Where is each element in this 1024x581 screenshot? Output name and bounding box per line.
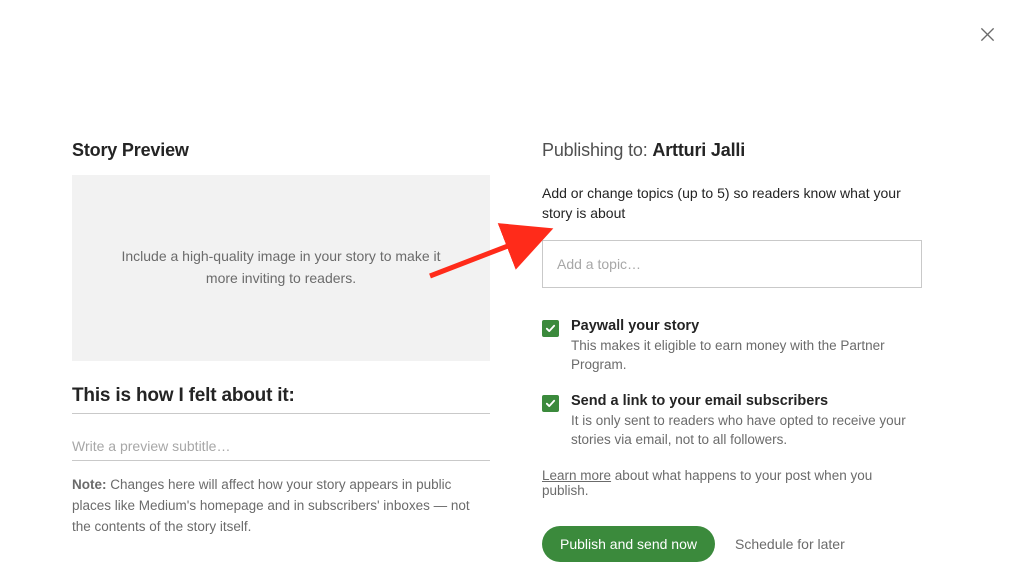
publishing-to: Publishing to: Artturi Jalli xyxy=(542,140,922,161)
preview-image-well[interactable]: Include a high-quality image in your sto… xyxy=(72,175,490,361)
preview-note-bold: Note: xyxy=(72,477,107,492)
publishing-to-label: Publishing to: xyxy=(542,140,652,160)
preview-title-input[interactable] xyxy=(72,379,490,414)
learn-more-link[interactable]: Learn more xyxy=(542,468,611,483)
paywall-title: Paywall your story xyxy=(571,318,922,334)
preview-note-text: Changes here will affect how your story … xyxy=(72,477,470,534)
publish-button[interactable]: Publish and send now xyxy=(542,526,715,562)
email-subscribers-subtitle: It is only sent to readers who have opte… xyxy=(571,411,922,450)
paywall-subtitle: This makes it eligible to earn money wit… xyxy=(571,336,922,375)
paywall-checkbox[interactable] xyxy=(542,320,559,337)
topic-input[interactable] xyxy=(542,240,922,288)
email-subscribers-title: Send a link to your email subscribers xyxy=(571,393,922,409)
close-icon[interactable] xyxy=(977,24,998,45)
preview-subtitle-input[interactable] xyxy=(72,434,490,461)
story-preview-title: Story Preview xyxy=(72,140,490,161)
paywall-row: Paywall your story This makes it eligibl… xyxy=(542,318,922,375)
email-subscribers-row: Send a link to your email subscribers It… xyxy=(542,393,922,450)
topics-label: Add or change topics (up to 5) so reader… xyxy=(542,183,922,224)
publishing-to-name: Artturi Jalli xyxy=(652,140,745,160)
story-preview-panel: Story Preview Include a high-quality ima… xyxy=(72,140,490,581)
preview-image-hint: Include a high-quality image in your sto… xyxy=(121,246,441,289)
email-subscribers-checkbox[interactable] xyxy=(542,395,559,412)
schedule-for-later[interactable]: Schedule for later xyxy=(735,536,845,552)
learn-more-line: Learn more about what happens to your po… xyxy=(542,468,922,498)
preview-note: Note: Changes here will affect how your … xyxy=(72,475,490,538)
publish-settings-panel: Publishing to: Artturi Jalli Add or chan… xyxy=(542,140,922,581)
